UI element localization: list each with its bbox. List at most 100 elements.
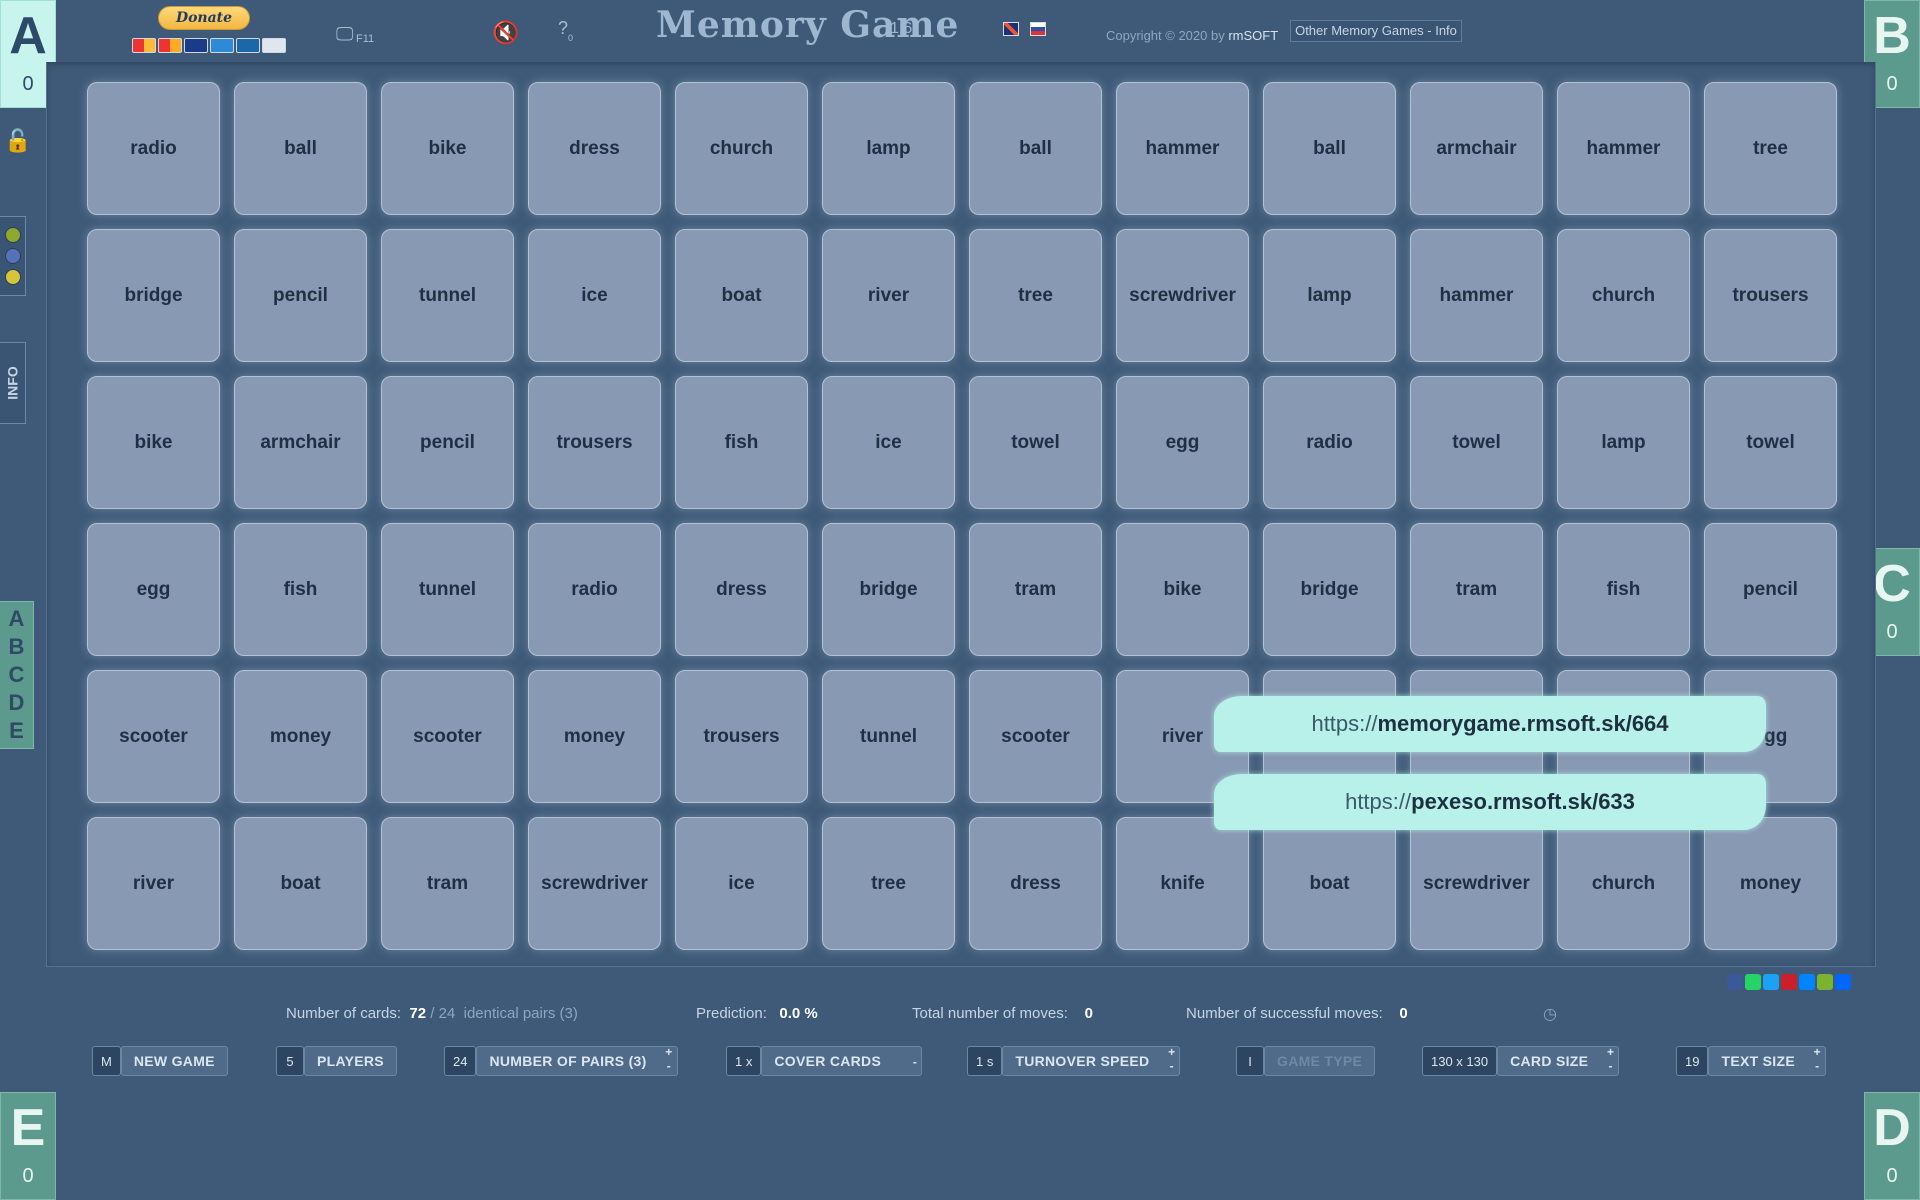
memory-card[interactable]: hammer [1557,82,1690,215]
memory-card[interactable]: bike [381,82,514,215]
memory-card[interactable]: money [528,670,661,803]
memory-card[interactable]: fish [1557,523,1690,656]
other-games-button[interactable]: Other Memory Games - Info [1290,20,1462,42]
card-size-stepper-icon[interactable]: + - [1607,1045,1614,1073]
wechat-icon[interactable] [1817,974,1833,990]
memory-card[interactable]: boat [1263,817,1396,950]
memory-card[interactable]: boat [234,817,367,950]
memory-card[interactable]: armchair [1410,82,1543,215]
color-dot-yellow[interactable] [4,269,21,285]
monitor-icon[interactable]: 🖵 [336,24,353,45]
memory-card[interactable]: pencil [1704,523,1837,656]
players-value[interactable]: 5 [276,1046,304,1076]
memory-card[interactable]: towel [1704,376,1837,509]
memory-card[interactable]: egg [1116,376,1249,509]
memory-card[interactable]: ice [822,376,955,509]
messenger-icon[interactable] [1799,974,1815,990]
memory-card[interactable]: tram [1410,523,1543,656]
twitter-icon[interactable] [1763,974,1779,990]
memory-card[interactable]: screwdriver [1410,817,1543,950]
cover-cards-button[interactable]: COVER CARDS - [761,1046,923,1076]
memory-card[interactable]: hammer [1410,229,1543,362]
memory-card[interactable]: lamp [1263,229,1396,362]
new-game-key[interactable]: M [92,1046,121,1076]
text-size-stepper-icon[interactable]: + - [1814,1045,1821,1073]
cover-stepper-icon[interactable]: - [913,1055,917,1069]
memory-card[interactable]: trousers [528,376,661,509]
brand-link[interactable]: rmSOFT [1228,28,1278,43]
memory-card[interactable]: tram [969,523,1102,656]
game-type-button[interactable]: GAME TYPE [1264,1046,1376,1076]
memory-card[interactable]: scooter [969,670,1102,803]
memory-card[interactable]: trousers [1704,229,1837,362]
memory-card[interactable]: scooter [87,670,220,803]
memory-card[interactable]: ball [1263,82,1396,215]
memory-card[interactable]: bridge [822,523,955,656]
card-size-button[interactable]: CARD SIZE + - [1497,1045,1620,1076]
memory-card[interactable]: bike [1116,523,1249,656]
memory-card[interactable]: scooter [381,670,514,803]
memory-card[interactable]: radio [1263,376,1396,509]
memory-card[interactable]: lamp [1557,376,1690,509]
memory-card[interactable]: towel [1410,376,1543,509]
memory-card[interactable]: ice [675,817,808,950]
card-size-value[interactable]: 130 x 130 [1422,1046,1498,1076]
color-dot-blue[interactable] [4,248,21,264]
memory-card[interactable]: tram [381,817,514,950]
speed-stepper-icon[interactable]: + - [1168,1045,1175,1073]
sound-icon[interactable]: 🔇 [492,20,519,46]
memory-card[interactable]: tunnel [822,670,955,803]
memory-card[interactable]: bridge [87,229,220,362]
donate-button[interactable]: Donate [158,6,250,30]
game-type-value[interactable]: I [1236,1046,1264,1076]
text-size-button[interactable]: TEXT SIZE + - [1708,1045,1826,1076]
share-more-icon[interactable] [1835,974,1851,990]
color-dot-green[interactable] [4,227,21,243]
text-size-value[interactable]: 19 [1676,1046,1709,1076]
memory-card[interactable]: lamp [822,82,955,215]
memory-card[interactable]: armchair [234,376,367,509]
memory-card[interactable]: tunnel [381,523,514,656]
memory-card[interactable]: tree [1704,82,1837,215]
memory-card[interactable]: ball [969,82,1102,215]
memory-card[interactable]: bike [87,376,220,509]
pairs-stepper-icon[interactable]: + - [665,1045,672,1073]
memory-card[interactable]: towel [969,376,1102,509]
slovak-flag-icon[interactable] [1030,22,1046,36]
new-game-button[interactable]: NEW GAME [120,1046,228,1076]
memory-card[interactable]: fish [675,376,808,509]
info-tab[interactable]: INFO [0,342,26,424]
memory-card[interactable]: radio [528,523,661,656]
memory-card[interactable]: trousers [675,670,808,803]
memory-card[interactable]: screwdriver [528,817,661,950]
memory-card[interactable]: river [87,817,220,950]
turnover-speed-button[interactable]: TURNOVER SPEED + - [1002,1045,1181,1076]
memory-card[interactable]: dress [675,523,808,656]
pairs-value[interactable]: 24 [444,1046,477,1076]
facebook-icon[interactable] [1727,974,1743,990]
speed-value[interactable]: 1 s [967,1046,1003,1076]
whatsapp-icon[interactable] [1745,974,1761,990]
memory-card[interactable]: boat [675,229,808,362]
memory-card[interactable]: radio [87,82,220,215]
memory-card[interactable]: money [1704,817,1837,950]
english-flag-icon[interactable] [1003,22,1019,36]
memory-card[interactable]: church [1557,817,1690,950]
memory-card[interactable]: fish [234,523,367,656]
pairs-button[interactable]: NUMBER OF PAIRS (3) + - [476,1045,678,1076]
memory-card[interactable]: river [822,229,955,362]
cover-value[interactable]: 1 x [726,1046,762,1076]
memory-card[interactable]: knife [1116,817,1249,950]
memory-card[interactable]: money [234,670,367,803]
memory-card[interactable]: screwdriver [1116,229,1249,362]
memory-card[interactable]: tunnel [381,229,514,362]
pinterest-icon[interactable] [1781,974,1797,990]
memory-card[interactable]: dress [969,817,1102,950]
memory-card[interactable]: egg [87,523,220,656]
memory-card[interactable]: hammer [1116,82,1249,215]
memory-card[interactable]: ball [234,82,367,215]
memory-card[interactable]: ice [528,229,661,362]
help-icon[interactable]: ? [558,18,568,39]
players-button[interactable]: PLAYERS [304,1046,397,1076]
memory-card[interactable]: church [675,82,808,215]
